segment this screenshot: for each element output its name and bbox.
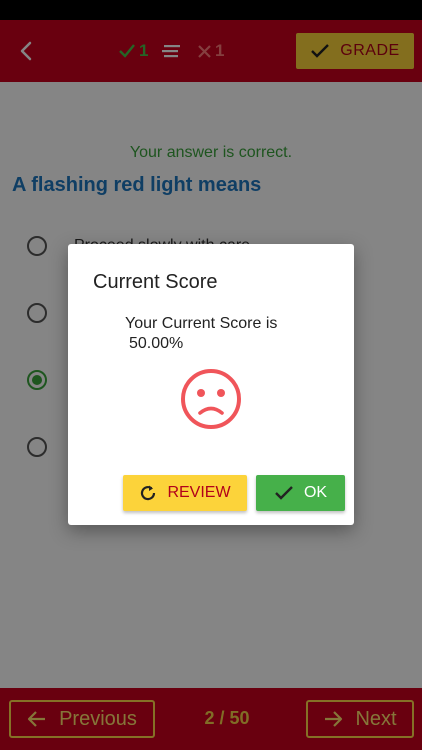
refresh-icon	[141, 485, 156, 501]
check-icon	[275, 486, 293, 500]
ok-button[interactable]: OK	[256, 475, 345, 511]
sad-face-icon	[181, 369, 241, 429]
score-value: 50.00%	[129, 335, 184, 352]
dialog-message: Your Current Score is 50.00%	[125, 314, 325, 354]
review-button[interactable]: REVIEW	[123, 475, 247, 511]
score-label: Your Current Score is	[125, 315, 278, 332]
dialog-title: Current Score	[93, 271, 218, 293]
score-dialog: Current Score Your Current Score is 50.0…	[68, 244, 354, 525]
ok-button-label: OK	[303, 484, 328, 501]
review-button-label: REVIEW	[167, 484, 231, 501]
